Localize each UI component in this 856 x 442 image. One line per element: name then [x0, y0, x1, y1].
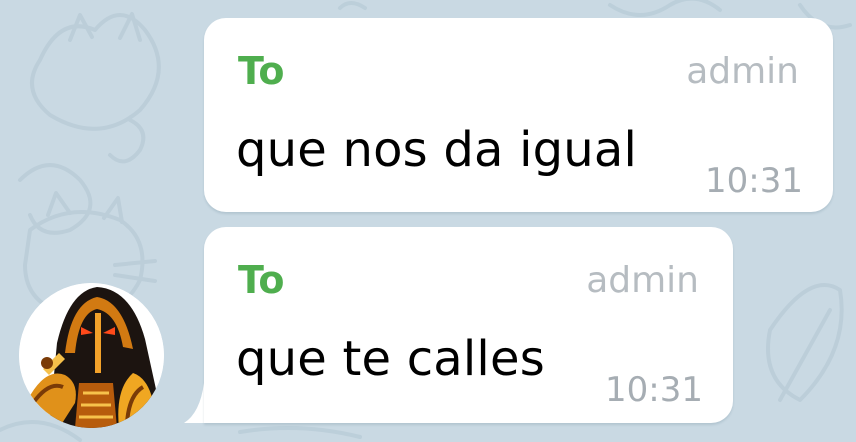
message-timestamp: 10:31	[605, 370, 703, 410]
message-timestamp: 10:31	[705, 161, 803, 201]
message-text: que te calles	[236, 331, 545, 387]
sender-name[interactable]: To	[238, 52, 284, 90]
message-bubble[interactable]: To admin que nos da igual 10:31	[204, 18, 833, 212]
message-text: que nos da igual	[236, 122, 638, 178]
sender-name[interactable]: To	[238, 261, 284, 299]
admin-badge: admin	[686, 51, 799, 92]
hooded-figure-avatar-icon	[19, 283, 164, 428]
sender-avatar[interactable]	[19, 283, 164, 428]
message-bubble[interactable]: To admin que te calles 10:31	[204, 227, 733, 423]
admin-badge: admin	[586, 260, 699, 301]
